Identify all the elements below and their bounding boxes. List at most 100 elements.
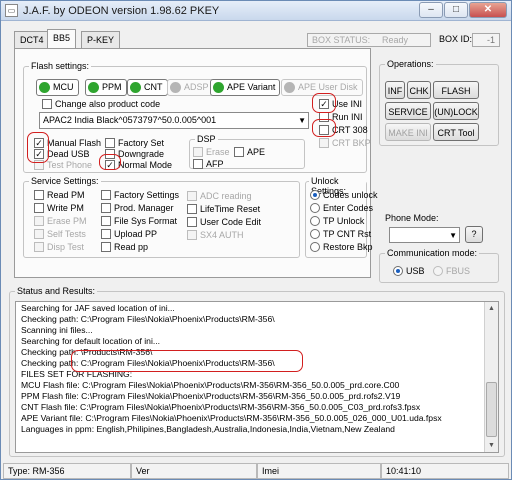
enter-codes-dot[interactable] [310,202,320,213]
tab-p-key[interactable]: P-KEY [81,31,121,48]
flash-button[interactable]: FLASH [433,81,479,99]
sx4-auth-label: SX4 AUTH [200,229,244,240]
codes-unlock-dot[interactable] [310,189,320,200]
restore-bkp-dot[interactable] [310,241,320,252]
read-pm-checkbox[interactable]: Read PM [34,189,85,200]
log-line: Checking path: C:\Program Files\Nokia\Ph… [21,314,275,324]
tp-unlock-dot[interactable] [310,215,320,226]
change-product-code-box[interactable] [42,98,52,109]
erase-pm-box [34,215,44,226]
operations-title: Operations: [385,59,436,69]
restore-bkp-radio[interactable]: Restore Bkp [310,241,373,252]
dsp-ape-box[interactable] [234,146,244,157]
self-tests-label: Self Tests [47,228,86,239]
codes-unlock-radio[interactable]: Codes unlock [310,189,378,200]
dsp-afp-label: AFP [206,158,224,169]
dsp-afp-checkbox[interactable]: AFP [193,158,224,169]
dsp-erase-label: Erase [206,146,230,157]
upload-pp-checkbox[interactable]: Upload PP [101,228,157,239]
status-log[interactable]: Searching for JAF saved location of ini.… [15,301,499,453]
lifetime-reset-box[interactable] [187,203,197,214]
file-sys-format-checkbox[interactable]: File Sys Format [101,215,177,226]
enter-codes-radio[interactable]: Enter Codes [310,202,373,213]
factory-settings-checkbox[interactable]: Factory Settings [101,189,179,200]
tp-cnt-rst-radio[interactable]: TP CNT Rst [310,228,371,239]
manual-flash-label: Manual Flash [47,137,102,148]
unlock-button[interactable]: (UN)LOCK [433,102,479,120]
cnt-status-icon [130,82,141,94]
tab-bb5[interactable]: BB5 [47,29,77,49]
jaf-window: ▭ J.A.F. by ODEON version 1.98.62 PKEY –… [0,0,512,480]
factory-set-box[interactable] [105,137,115,148]
usb-dot[interactable] [393,265,403,276]
scroll-up-icon[interactable]: ▲ [486,303,497,314]
ape-variant-button[interactable]: APE Variant [210,79,281,96]
lifetime-reset-label: LifeTime Reset [200,203,261,214]
restore-bkp-label: Restore Bkp [323,241,373,252]
usb-radio[interactable]: USB [393,265,425,276]
write-pm-box[interactable] [34,202,44,213]
ppm-button[interactable]: PPM [85,79,127,96]
ape-variant-status-icon [213,82,224,94]
read-pp-checkbox[interactable]: Read pp [101,241,148,252]
product-code-select[interactable]: APAC2 India Black^0573797^50.0.005^001 ▼ [39,112,309,129]
dropdown-arrow-icon[interactable]: ▼ [449,228,457,243]
factory-set-label: Factory Set [118,137,165,148]
maximize-icon[interactable]: □ [444,2,468,18]
tp-unlock-radio[interactable]: TP Unlock [310,215,364,226]
prod-manager-checkbox[interactable]: Prod. Manager [101,202,174,213]
box-status-field: BOX STATUS: Ready [307,33,431,47]
mcu-button[interactable]: MCU [36,79,79,96]
sx4-auth-checkbox: SX4 AUTH [187,229,244,240]
fbus-label: FBUS [446,265,471,276]
chk-button[interactable]: CHK [407,81,431,99]
prod-manager-box[interactable] [101,202,111,213]
box-id-value: -1 [472,33,500,47]
log-line: APE Variant file: C:\Program Files\Nokia… [21,413,442,423]
inf-button[interactable]: INF [385,81,405,99]
upload-pp-box[interactable] [101,228,111,239]
user-code-edit-box[interactable] [187,216,197,227]
adc-reading-box [187,190,197,201]
tp-cnt-rst-dot[interactable] [310,228,320,239]
phone-mode-select[interactable]: ▼ [389,227,460,243]
log-scrollbar[interactable]: ▲ ▼ [484,302,498,452]
log-line: Languages in ppm: English,Philipines,Ban… [21,424,395,434]
log-line: Searching for JAF saved location of ini.… [21,303,175,313]
mcu-status-icon [39,82,50,94]
tab-dct4[interactable]: DCT4 [14,31,50,48]
statusbar-type: Type: RM-356 [3,463,131,479]
dsp-ape-checkbox[interactable]: APE [234,146,265,157]
service-button[interactable]: SERVICE [385,102,431,120]
minimize-icon[interactable]: – [419,2,443,18]
status-results-title: Status and Results: [15,286,98,296]
factory-set-checkbox[interactable]: Factory Set [105,137,164,148]
change-product-code-checkbox[interactable]: Change also product code [42,98,160,109]
dropdown-arrow-icon[interactable]: ▼ [298,113,306,128]
annotation-circle-normal-mode [99,154,121,170]
lifetime-reset-checkbox[interactable]: LifeTime Reset [187,203,260,214]
close-icon[interactable]: ✕ [469,2,507,18]
factory-settings-box[interactable] [101,189,111,200]
cnt-button[interactable]: CNT [127,79,168,96]
read-pp-box[interactable] [101,241,111,252]
title-bar: ▭ J.A.F. by ODEON version 1.98.62 PKEY –… [1,1,511,21]
usb-label: USB [406,265,425,276]
read-pm-label: Read PM [47,189,85,200]
write-pm-checkbox[interactable]: Write PM [34,202,84,213]
help-button[interactable]: ? [465,226,483,243]
window-title: J.A.F. by ODEON version 1.98.62 PKEY [23,5,220,17]
file-sys-format-box[interactable] [101,215,111,226]
scroll-down-icon[interactable]: ▼ [486,440,497,451]
box-status-value: Ready [382,35,409,45]
read-pm-box[interactable] [34,189,44,200]
dsp-afp-box[interactable] [193,158,203,169]
adc-reading-checkbox: ADC reading [187,190,252,201]
dead-usb-label: Dead USB [47,148,90,159]
crt-bkp-label: CRT BKP [332,137,371,148]
annotation-circle-crt-308 [312,119,336,137]
crt-tool-button[interactable]: CRT Tool [433,123,479,141]
scroll-thumb[interactable] [486,382,497,437]
user-code-edit-checkbox[interactable]: User Code Edit [187,216,261,227]
disp-test-label: Disp Test [47,241,84,252]
